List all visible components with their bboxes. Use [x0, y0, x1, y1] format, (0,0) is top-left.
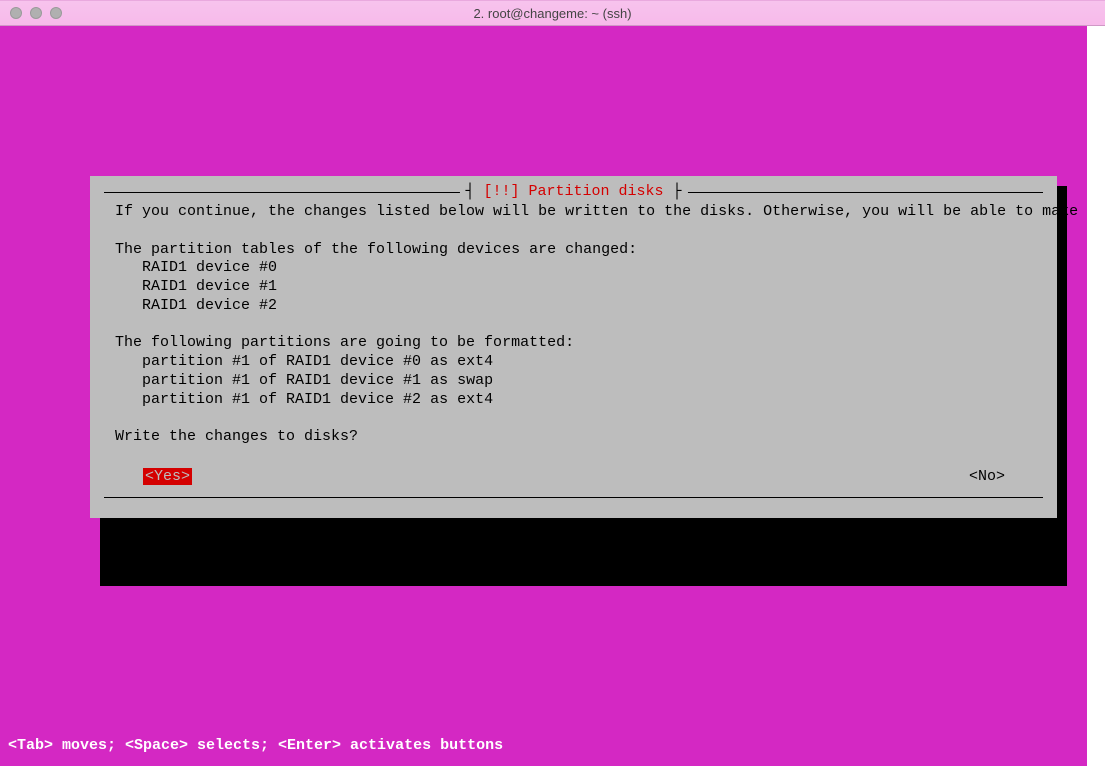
alert-icon: [!!] [483, 183, 519, 200]
terminal-area[interactable]: ┤ [!!] Partition disks ├ If you continue… [0, 26, 1105, 784]
list-item: RAID1 device #0 [115, 259, 1033, 278]
list-item: partition #1 of RAID1 device #0 as ext4 [115, 353, 1033, 372]
titlebar: 2. root@changeme: ~ (ssh) [0, 0, 1105, 26]
dialog-intro: If you continue, the changes listed belo… [115, 203, 1033, 222]
list-item: partition #1 of RAID1 device #1 as swap [115, 372, 1033, 391]
device-name: RAID1 device #1 [142, 278, 277, 295]
list-item: RAID1 device #2 [115, 297, 1033, 316]
keyboard-hint: <Tab> moves; <Space> selects; <Enter> ac… [8, 737, 503, 754]
list-item: RAID1 device #1 [115, 278, 1033, 297]
dialog-body: If you continue, the changes listed belo… [104, 203, 1043, 487]
dialog-border-bottom [104, 497, 1043, 498]
partition-dialog: ┤ [!!] Partition disks ├ If you continue… [90, 176, 1057, 518]
dialog-title-text: Partition disks [529, 183, 664, 200]
partition-name: partition #1 of RAID1 device #2 as ext4 [142, 391, 493, 408]
device-name: RAID1 device #0 [142, 259, 277, 276]
changed-heading: The partition tables of the following de… [115, 241, 1033, 260]
yes-button[interactable]: <Yes> [143, 468, 192, 485]
dialog-buttons: <Yes> <No> [115, 466, 1033, 487]
blank-line [115, 409, 1033, 428]
no-button[interactable]: <No> [969, 468, 1005, 485]
partition-name: partition #1 of RAID1 device #0 as ext4 [142, 353, 493, 370]
zoom-icon[interactable] [50, 7, 62, 19]
window-controls [10, 7, 62, 19]
dialog-border-top: ┤ [!!] Partition disks ├ [104, 192, 1043, 193]
dialog-title: ┤ [!!] Partition disks ├ [459, 183, 687, 202]
window-title: 2. root@changeme: ~ (ssh) [8, 6, 1097, 21]
dialog-question: Write the changes to disks? [115, 428, 1033, 447]
dialog-title-tick: ┤ [465, 183, 483, 200]
blank-line [115, 447, 1033, 466]
dialog-title-tick: ├ [664, 183, 682, 200]
device-name: RAID1 device #2 [142, 297, 277, 314]
close-icon[interactable] [10, 7, 22, 19]
blank-line [115, 316, 1033, 335]
app-window: 2. root@changeme: ~ (ssh) ┤ [!!] Partiti… [0, 0, 1105, 784]
minimize-icon[interactable] [30, 7, 42, 19]
partition-name: partition #1 of RAID1 device #1 as swap [142, 372, 493, 389]
format-heading: The following partitions are going to be… [115, 334, 1033, 353]
list-item: partition #1 of RAID1 device #2 as ext4 [115, 391, 1033, 410]
blank-line [115, 222, 1033, 241]
